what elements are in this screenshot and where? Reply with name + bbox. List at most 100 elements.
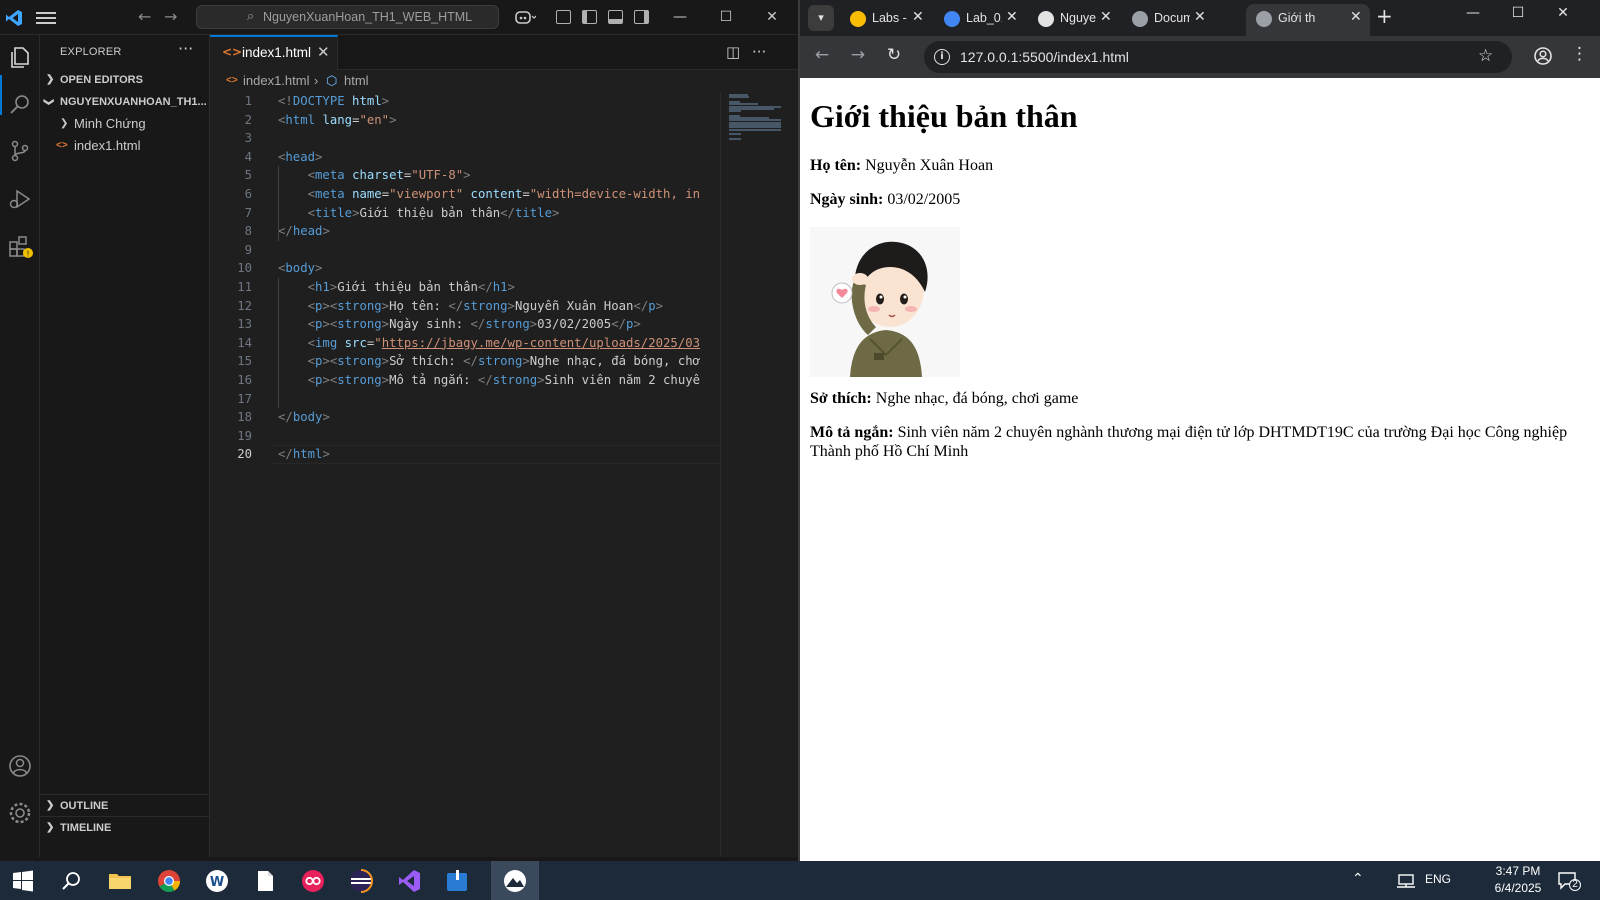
gear-icon[interactable] bbox=[6, 799, 34, 827]
code-line[interactable]: 10 <body> bbox=[210, 259, 720, 278]
more-actions-icon[interactable]: ··· bbox=[752, 43, 766, 61]
outline-section[interactable]: ❯ OUTLINE bbox=[40, 795, 209, 817]
code-line[interactable]: 20 </html> bbox=[210, 445, 720, 465]
breadcrumb-file[interactable]: index1.html bbox=[243, 70, 309, 92]
code-line[interactable]: 9 bbox=[210, 241, 720, 260]
code-line[interactable]: 4 <head> bbox=[210, 148, 720, 167]
sidebar-item-minh-chung-folder[interactable]: ❯ Minh Chứng bbox=[40, 113, 209, 135]
forward-arrow-icon[interactable]: → bbox=[846, 45, 870, 65]
browser-tab[interactable]: Docum ✕ bbox=[1122, 4, 1214, 36]
code-line[interactable]: 17 bbox=[210, 390, 720, 409]
code-line[interactable]: 19 bbox=[210, 427, 720, 446]
eclipse-icon[interactable] bbox=[348, 868, 374, 894]
close-tab-icon[interactable]: ✕ bbox=[1006, 9, 1018, 25]
back-arrow-icon[interactable]: ← bbox=[138, 7, 151, 26]
customize-layout-icon[interactable] bbox=[556, 10, 571, 24]
app-blue-icon[interactable] bbox=[444, 868, 470, 894]
maximize-icon[interactable]: ☐ bbox=[1498, 5, 1538, 21]
browser-tab[interactable]: Giới th ✕ bbox=[1246, 4, 1370, 36]
maximize-icon[interactable]: ☐ bbox=[703, 6, 749, 30]
close-tab-icon[interactable]: ✕ bbox=[1350, 9, 1362, 25]
code-line[interactable]: 3 bbox=[210, 129, 720, 148]
browser-tab[interactable]: Lab_01 ✕ bbox=[934, 4, 1026, 36]
breadcrumb-element[interactable]: html bbox=[344, 70, 369, 92]
minimize-icon[interactable]: — bbox=[657, 6, 703, 30]
split-editor-icon[interactable]: ◫ bbox=[726, 43, 740, 61]
command-center-search[interactable]: ⌕ NguyenXuanHoan_TH1_WEB_HTML bbox=[196, 5, 499, 29]
extensions-icon[interactable]: ! bbox=[6, 233, 34, 261]
explorer-files-icon[interactable] bbox=[6, 43, 34, 71]
menu-icon[interactable] bbox=[36, 9, 56, 27]
code-line[interactable]: 7 <title>Giới thiệu bản thân</title> bbox=[210, 204, 720, 223]
svg-text:!: ! bbox=[26, 250, 29, 259]
forward-arrow-icon[interactable]: → bbox=[164, 7, 177, 26]
code-editor[interactable]: 1 <!DOCTYPE html> 2 <html lang="en"> 3 4 <head… bbox=[210, 92, 720, 861]
toggle-secondary-sidebar-icon[interactable] bbox=[634, 10, 649, 24]
code-line[interactable]: 6 <meta name="viewport" content="width=d… bbox=[210, 185, 720, 204]
search-icon[interactable] bbox=[58, 868, 84, 894]
editor-scrollbar[interactable] bbox=[785, 92, 798, 861]
code-line[interactable]: 14 <img src="https://jbagy.me/wp-content… bbox=[210, 334, 720, 353]
close-tab-icon[interactable]: ✕ bbox=[1100, 9, 1112, 25]
minimize-icon[interactable]: — bbox=[1453, 5, 1493, 21]
chevron-up-icon[interactable]: ⌃ bbox=[1352, 870, 1364, 887]
code-line[interactable]: 8 </head> bbox=[210, 222, 720, 241]
app-pink-icon[interactable] bbox=[300, 868, 326, 894]
more-actions-icon[interactable]: ··· bbox=[178, 39, 193, 58]
profile-icon[interactable] bbox=[1533, 46, 1553, 66]
toggle-panel-icon[interactable] bbox=[608, 10, 623, 24]
toggle-primary-sidebar-icon[interactable] bbox=[582, 10, 597, 24]
code-line[interactable]: 1 <!DOCTYPE html> bbox=[210, 92, 720, 111]
sidebar-item-index1-html[interactable]: <> index1.html bbox=[40, 135, 209, 157]
close-tab-icon[interactable]: ✕ bbox=[912, 9, 924, 25]
app-w-icon[interactable]: W bbox=[204, 868, 230, 894]
app-mountain-icon[interactable] bbox=[502, 868, 528, 894]
source-control-icon[interactable] bbox=[6, 137, 34, 165]
breadcrumb-separator-icon: › bbox=[314, 73, 319, 88]
line-number: 3 bbox=[244, 131, 252, 146]
close-tab-icon[interactable]: ✕ bbox=[317, 43, 330, 61]
timeline-section[interactable]: ❯ TIMELINE bbox=[40, 817, 209, 839]
windows-taskbar: W ⌃ ENG 3:47 PM 6/4/2025 2 bbox=[0, 861, 1600, 900]
dob-value: 03/02/2005 bbox=[887, 191, 961, 208]
visual-studio-icon[interactable] bbox=[396, 868, 422, 894]
close-tab-icon[interactable]: ✕ bbox=[1194, 9, 1206, 25]
search-icon[interactable] bbox=[6, 91, 34, 119]
site-info-icon[interactable]: i bbox=[934, 49, 950, 65]
file-explorer-icon[interactable] bbox=[107, 868, 133, 894]
browser-tab[interactable]: Nguye ✕ bbox=[1028, 4, 1120, 36]
notepad-icon[interactable] bbox=[252, 868, 278, 894]
reload-icon[interactable]: ↻ bbox=[882, 45, 906, 65]
windows-start-icon[interactable] bbox=[10, 868, 36, 894]
browser-menu-icon[interactable]: ⋮ bbox=[1571, 44, 1588, 64]
bookmark-star-icon[interactable]: ☆ bbox=[1478, 46, 1493, 66]
network-icon[interactable] bbox=[1396, 873, 1416, 889]
code-line[interactable]: 16 <p><strong>Mô tả ngắn: </strong>Sinh … bbox=[210, 371, 720, 390]
tab-index1-html[interactable]: <> index1.html ✕ bbox=[210, 35, 338, 70]
code-line[interactable]: 13 <p><strong>Ngày sinh: </strong>03/02/… bbox=[210, 315, 720, 334]
code-line[interactable]: 2 <html lang="en"> bbox=[210, 111, 720, 130]
chrome-icon[interactable] bbox=[156, 868, 182, 894]
minimap[interactable] bbox=[720, 92, 785, 861]
code-line[interactable]: 12 <p><strong>Họ tên: </strong>Nguyễn Xu… bbox=[210, 297, 720, 316]
accounts-icon[interactable] bbox=[6, 752, 34, 780]
code-text: <!DOCTYPE html> bbox=[278, 94, 390, 108]
address-bar[interactable]: i 127.0.0.1:5500/index1.html ☆ bbox=[924, 41, 1512, 73]
dob-label: Ngày sinh: bbox=[810, 191, 884, 208]
new-tab-icon[interactable]: + bbox=[1376, 4, 1393, 28]
code-line[interactable]: 15 <p><strong>Sở thích: </strong>Nghe nh… bbox=[210, 352, 720, 371]
run-debug-icon[interactable] bbox=[6, 185, 34, 213]
close-icon[interactable]: ✕ bbox=[1543, 5, 1583, 21]
project-folder-section[interactable]: ❯ NGUYENXUANHOAN_TH1... bbox=[40, 91, 209, 113]
code-line[interactable]: 5 <meta charset="UTF-8"> bbox=[210, 166, 720, 185]
tab-search-icon[interactable]: ▾ bbox=[808, 5, 834, 31]
clock[interactable]: 3:47 PM 6/4/2025 bbox=[1484, 863, 1552, 897]
back-arrow-icon[interactable]: ← bbox=[810, 45, 834, 65]
close-icon[interactable]: ✕ bbox=[749, 6, 795, 30]
copilot-icon[interactable] bbox=[514, 9, 536, 25]
language-indicator[interactable]: ENG bbox=[1425, 872, 1451, 886]
open-editors-section[interactable]: ❯ OPEN EDITORS bbox=[40, 69, 209, 91]
code-line[interactable]: 11 <h1>Giới thiệu bản thân</h1> bbox=[210, 278, 720, 297]
code-line[interactable]: 18 </body> bbox=[210, 408, 720, 427]
browser-tab[interactable]: Labs - (✕ bbox=[840, 4, 932, 36]
